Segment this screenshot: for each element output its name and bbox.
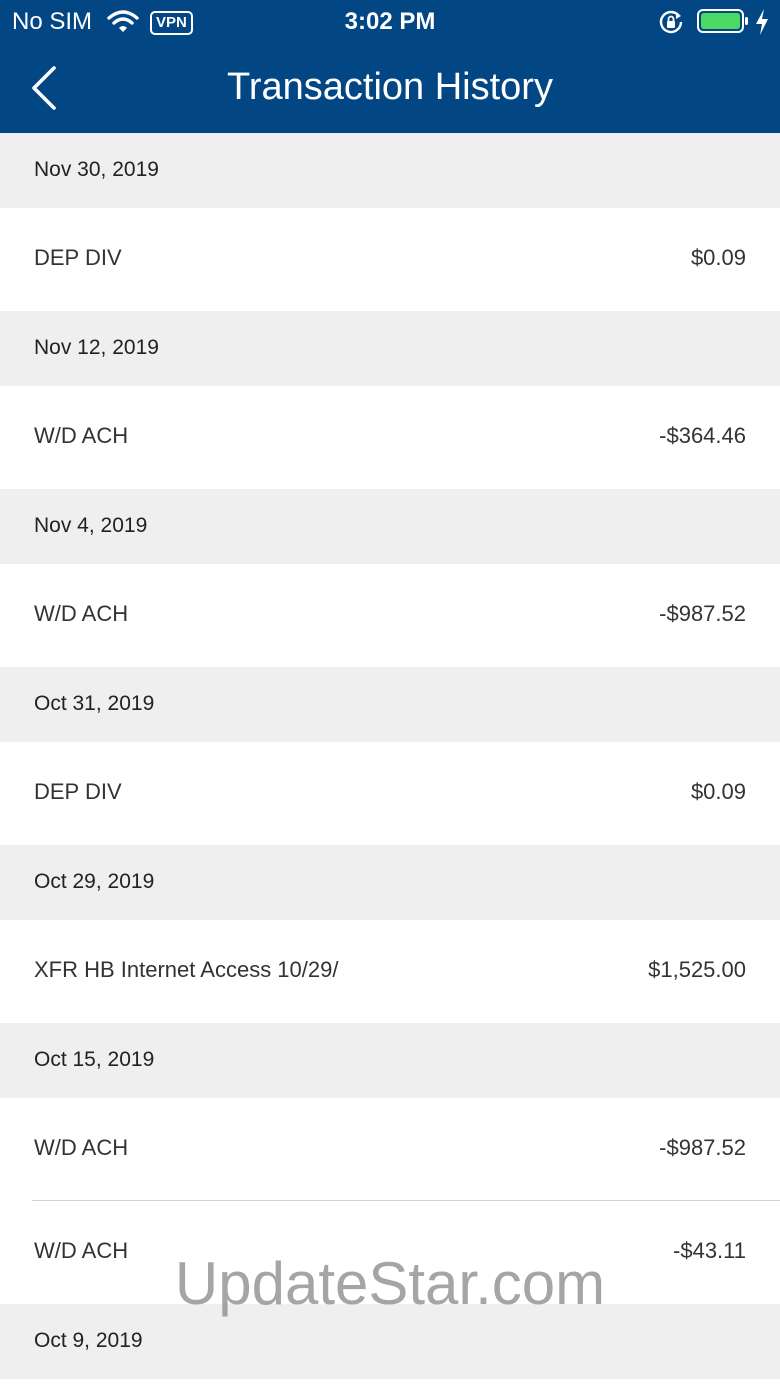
transaction-row[interactable]: W/D ACH -$364.46	[0, 386, 780, 489]
date-label: Oct 15, 2019	[34, 1048, 155, 1071]
date-header: Oct 29, 2019	[0, 845, 780, 920]
transaction-row[interactable]: XFR HB Internet Access 10/29/ $1,525.00	[0, 920, 780, 1023]
page-title: Transaction History	[227, 66, 553, 108]
date-label: Nov 12, 2019	[34, 336, 159, 359]
status-bar: No SIM VPN 3:02 PM	[0, 0, 780, 44]
watermark: UpdateStar.com	[174, 1250, 606, 1317]
transaction-amount: $0.09	[690, 779, 746, 804]
transaction-amount: -$987.52	[659, 1135, 746, 1160]
date-header: Nov 30, 2019	[0, 133, 780, 208]
transaction-description: DEP DIV	[34, 779, 122, 804]
date-label: Oct 31, 2019	[34, 692, 155, 715]
rotation-lock-icon	[659, 10, 683, 34]
date-label: Nov 30, 2019	[34, 158, 159, 181]
transaction-description: XFR HB Internet Access 10/29/	[34, 957, 339, 982]
date-label: Oct 9, 2019	[34, 1329, 143, 1352]
transaction-list[interactable]: Nov 30, 2019 DEP DIV $0.09 Nov 12, 2019 …	[0, 133, 780, 1379]
date-header: Nov 4, 2019	[0, 489, 780, 564]
transaction-amount: -$364.46	[659, 423, 746, 448]
app-header: No SIM VPN 3:02 PM Transaction History	[0, 0, 780, 133]
date-header: Oct 15, 2019	[0, 1023, 780, 1098]
transaction-amount: $0.09	[690, 245, 746, 270]
transaction-description: DEP DIV	[34, 245, 122, 270]
transaction-amount: -$987.52	[659, 601, 746, 626]
date-header: Nov 12, 2019	[0, 311, 780, 386]
transaction-description: W/D ACH	[34, 1135, 129, 1160]
date-label: Oct 29, 2019	[34, 870, 155, 893]
transaction-description: W/D ACH	[34, 601, 129, 626]
transaction-row[interactable]: DEP DIV $0.09	[0, 208, 780, 311]
transaction-description: W/D ACH	[34, 423, 129, 448]
transaction-amount: $1,525.00	[648, 957, 746, 982]
transaction-row[interactable]: W/D ACH -$987.52	[0, 1098, 780, 1201]
date-header: Oct 31, 2019	[0, 667, 780, 742]
transaction-row[interactable]: DEP DIV $0.09	[0, 742, 780, 845]
date-label: Nov 4, 2019	[34, 514, 148, 537]
transaction-row[interactable]: W/D ACH -$987.52	[0, 564, 780, 667]
battery-icon	[697, 9, 748, 33]
charging-bolt-icon	[756, 9, 768, 35]
